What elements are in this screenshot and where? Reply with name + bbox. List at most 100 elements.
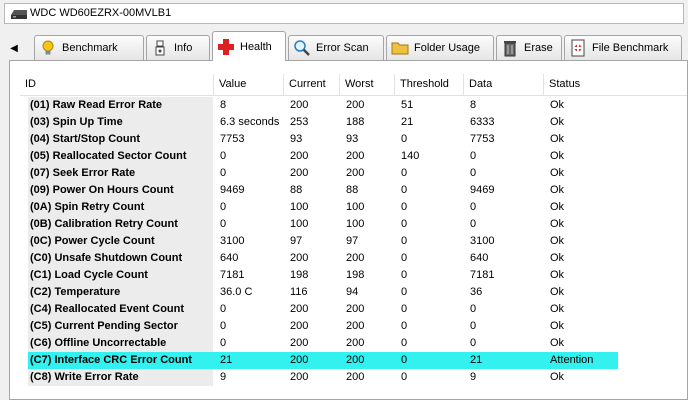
table-row[interactable]: (03) Spin Up Time 6.3 seconds 253 188 21 6333… (28, 114, 618, 131)
cell-worst: 88 (346, 184, 359, 196)
cell-threshold: 51 (401, 99, 414, 111)
cell-data: 8 (470, 99, 477, 111)
cell-worst: 200 (346, 337, 365, 349)
cell-threshold: 0 (401, 167, 408, 179)
tab-folder-usage[interactable]: Folder Usage (386, 35, 494, 60)
table-row[interactable]: (C7) Interface CRC Error Count 21 200 200 0 2… (28, 352, 618, 369)
cell-data: 640 (470, 252, 489, 264)
cell-current: 200 (290, 320, 309, 332)
cell-status: Ok (550, 235, 565, 247)
cell-data: 0 (470, 167, 477, 179)
cell-current: 200 (290, 371, 309, 383)
column-header-id[interactable]: ID (20, 74, 214, 95)
cell-id: (04) Start/Stop Count (28, 131, 213, 148)
cell-status: Ok (550, 184, 565, 196)
cell-data: 0 (470, 201, 477, 213)
cell-threshold: 0 (401, 235, 408, 247)
cell-status: Ok (550, 303, 565, 315)
tab-file-benchmark[interactable]: File Benchmark (564, 35, 682, 60)
cell-current: 200 (290, 303, 309, 315)
cell-value: 7181 (220, 269, 245, 281)
light-bulb-icon (42, 40, 54, 55)
table-row[interactable]: (C4) Reallocated Event Count 0 200 200 0 0 Ok (28, 301, 618, 318)
cell-current: 100 (290, 218, 309, 230)
cell-worst: 100 (346, 201, 365, 213)
smart-table-header: ID Value Current Worst Threshold Data St… (20, 74, 687, 96)
column-header-threshold[interactable]: Threshold (395, 74, 464, 95)
column-header-current[interactable]: Current (284, 74, 340, 95)
cell-threshold: 0 (401, 252, 408, 264)
cell-status: Ok (550, 167, 565, 179)
table-row[interactable]: (07) Seek Error Rate 0 200 200 0 0 Ok (28, 165, 618, 182)
cell-data: 6333 (470, 116, 495, 128)
cell-worst: 94 (346, 286, 359, 298)
cell-threshold: 0 (401, 133, 408, 145)
cell-data: 0 (470, 303, 477, 315)
cell-id: (0B) Calibration Retry Count (28, 216, 213, 233)
red-cross-icon (218, 38, 234, 55)
table-row[interactable]: (04) Start/Stop Count 7753 93 93 0 7753 Ok (28, 131, 618, 148)
tab-benchmark[interactable]: Benchmark (34, 35, 144, 60)
cell-data: 7181 (470, 269, 495, 281)
cell-value: 640 (220, 252, 239, 264)
cell-threshold: 21 (401, 116, 414, 128)
tab-scroll-left-button[interactable]: ◀ (3, 36, 25, 60)
table-row[interactable]: (C1) Load Cycle Count 7181 198 198 0 7181 Ok (28, 267, 618, 284)
table-row[interactable]: (0C) Power Cycle Count 3100 97 97 0 3100 Ok (28, 233, 618, 250)
cell-data: 0 (470, 150, 477, 162)
cell-worst: 188 (346, 116, 365, 128)
tab-info[interactable]: Info (146, 35, 210, 60)
tab-error-scan[interactable]: Error Scan (288, 35, 384, 60)
cell-threshold: 0 (401, 371, 408, 383)
file-benchmark-icon (571, 39, 585, 57)
tab-erase[interactable]: Erase (496, 35, 562, 60)
cell-status: Ok (550, 116, 565, 128)
table-row[interactable]: (09) Power On Hours Count 9469 88 88 0 9469 Ok (28, 182, 618, 199)
column-header-status[interactable]: Status (544, 74, 687, 95)
cell-value: 0 (220, 320, 227, 332)
table-row[interactable]: (C0) Unsafe Shutdown Count 640 200 200 0 640 O… (28, 250, 618, 267)
table-row[interactable]: (01) Raw Read Error Rate 8 200 200 51 8 Ok (28, 97, 618, 114)
table-row[interactable]: (C2) Temperature 36.0 C 116 94 0 36 Ok (28, 284, 618, 301)
cell-id: (0C) Power Cycle Count (28, 233, 213, 250)
cell-threshold: 0 (401, 337, 408, 349)
cell-worst: 200 (346, 150, 365, 162)
cell-status: Ok (550, 252, 565, 264)
cell-data: 21 (470, 354, 483, 366)
tab-health[interactable]: Health (212, 31, 286, 61)
column-header-worst[interactable]: Worst (340, 74, 395, 95)
table-row[interactable]: (0B) Calibration Retry Count 0 100 100 0 0 Ok (28, 216, 618, 233)
column-header-value[interactable]: Value (214, 74, 284, 95)
cell-current: 200 (290, 150, 309, 162)
table-row[interactable]: (0A) Spin Retry Count 0 100 100 0 0 Ok (28, 199, 618, 216)
cell-worst: 200 (346, 371, 365, 383)
cell-id: (C4) Reallocated Event Count (28, 301, 213, 318)
chevron-left-icon: ◀ (10, 42, 18, 54)
table-row[interactable]: (05) Reallocated Sector Count 0 200 200 140 0… (28, 148, 618, 165)
trash-can-icon (504, 41, 516, 57)
cell-data: 9469 (470, 184, 495, 196)
cell-status: Ok (550, 218, 565, 230)
cell-current: 88 (290, 184, 303, 196)
cell-worst: 93 (346, 133, 359, 145)
cell-worst: 200 (346, 167, 365, 179)
cell-threshold: 140 (401, 150, 420, 162)
table-row[interactable]: (C5) Current Pending Sector 0 200 200 0 0 Ok (28, 318, 618, 335)
cell-threshold: 0 (401, 354, 408, 366)
cell-worst: 97 (346, 235, 359, 247)
cell-id: (C8) Write Error Rate (28, 369, 213, 386)
drive-selector[interactable]: WDC WD60EZRX-00MVLB1 (4, 3, 684, 24)
table-row[interactable]: (C6) Offline Uncorrectable 0 200 200 0 0 Ok (28, 335, 618, 352)
cell-current: 200 (290, 337, 309, 349)
cell-value: 0 (220, 201, 227, 213)
table-row[interactable]: (C8) Write Error Rate 9 200 200 0 9 Ok (28, 369, 618, 386)
column-header-data[interactable]: Data (464, 74, 544, 95)
cell-id: (0A) Spin Retry Count (28, 199, 213, 216)
cell-id: (C5) Current Pending Sector (28, 318, 213, 335)
cell-status: Ok (550, 337, 565, 349)
cell-value: 36.0 C (220, 286, 253, 298)
hard-drive-icon (11, 10, 27, 19)
cell-current: 200 (290, 354, 309, 366)
cell-id: (C0) Unsafe Shutdown Count (28, 250, 213, 267)
info-icon (155, 40, 165, 56)
